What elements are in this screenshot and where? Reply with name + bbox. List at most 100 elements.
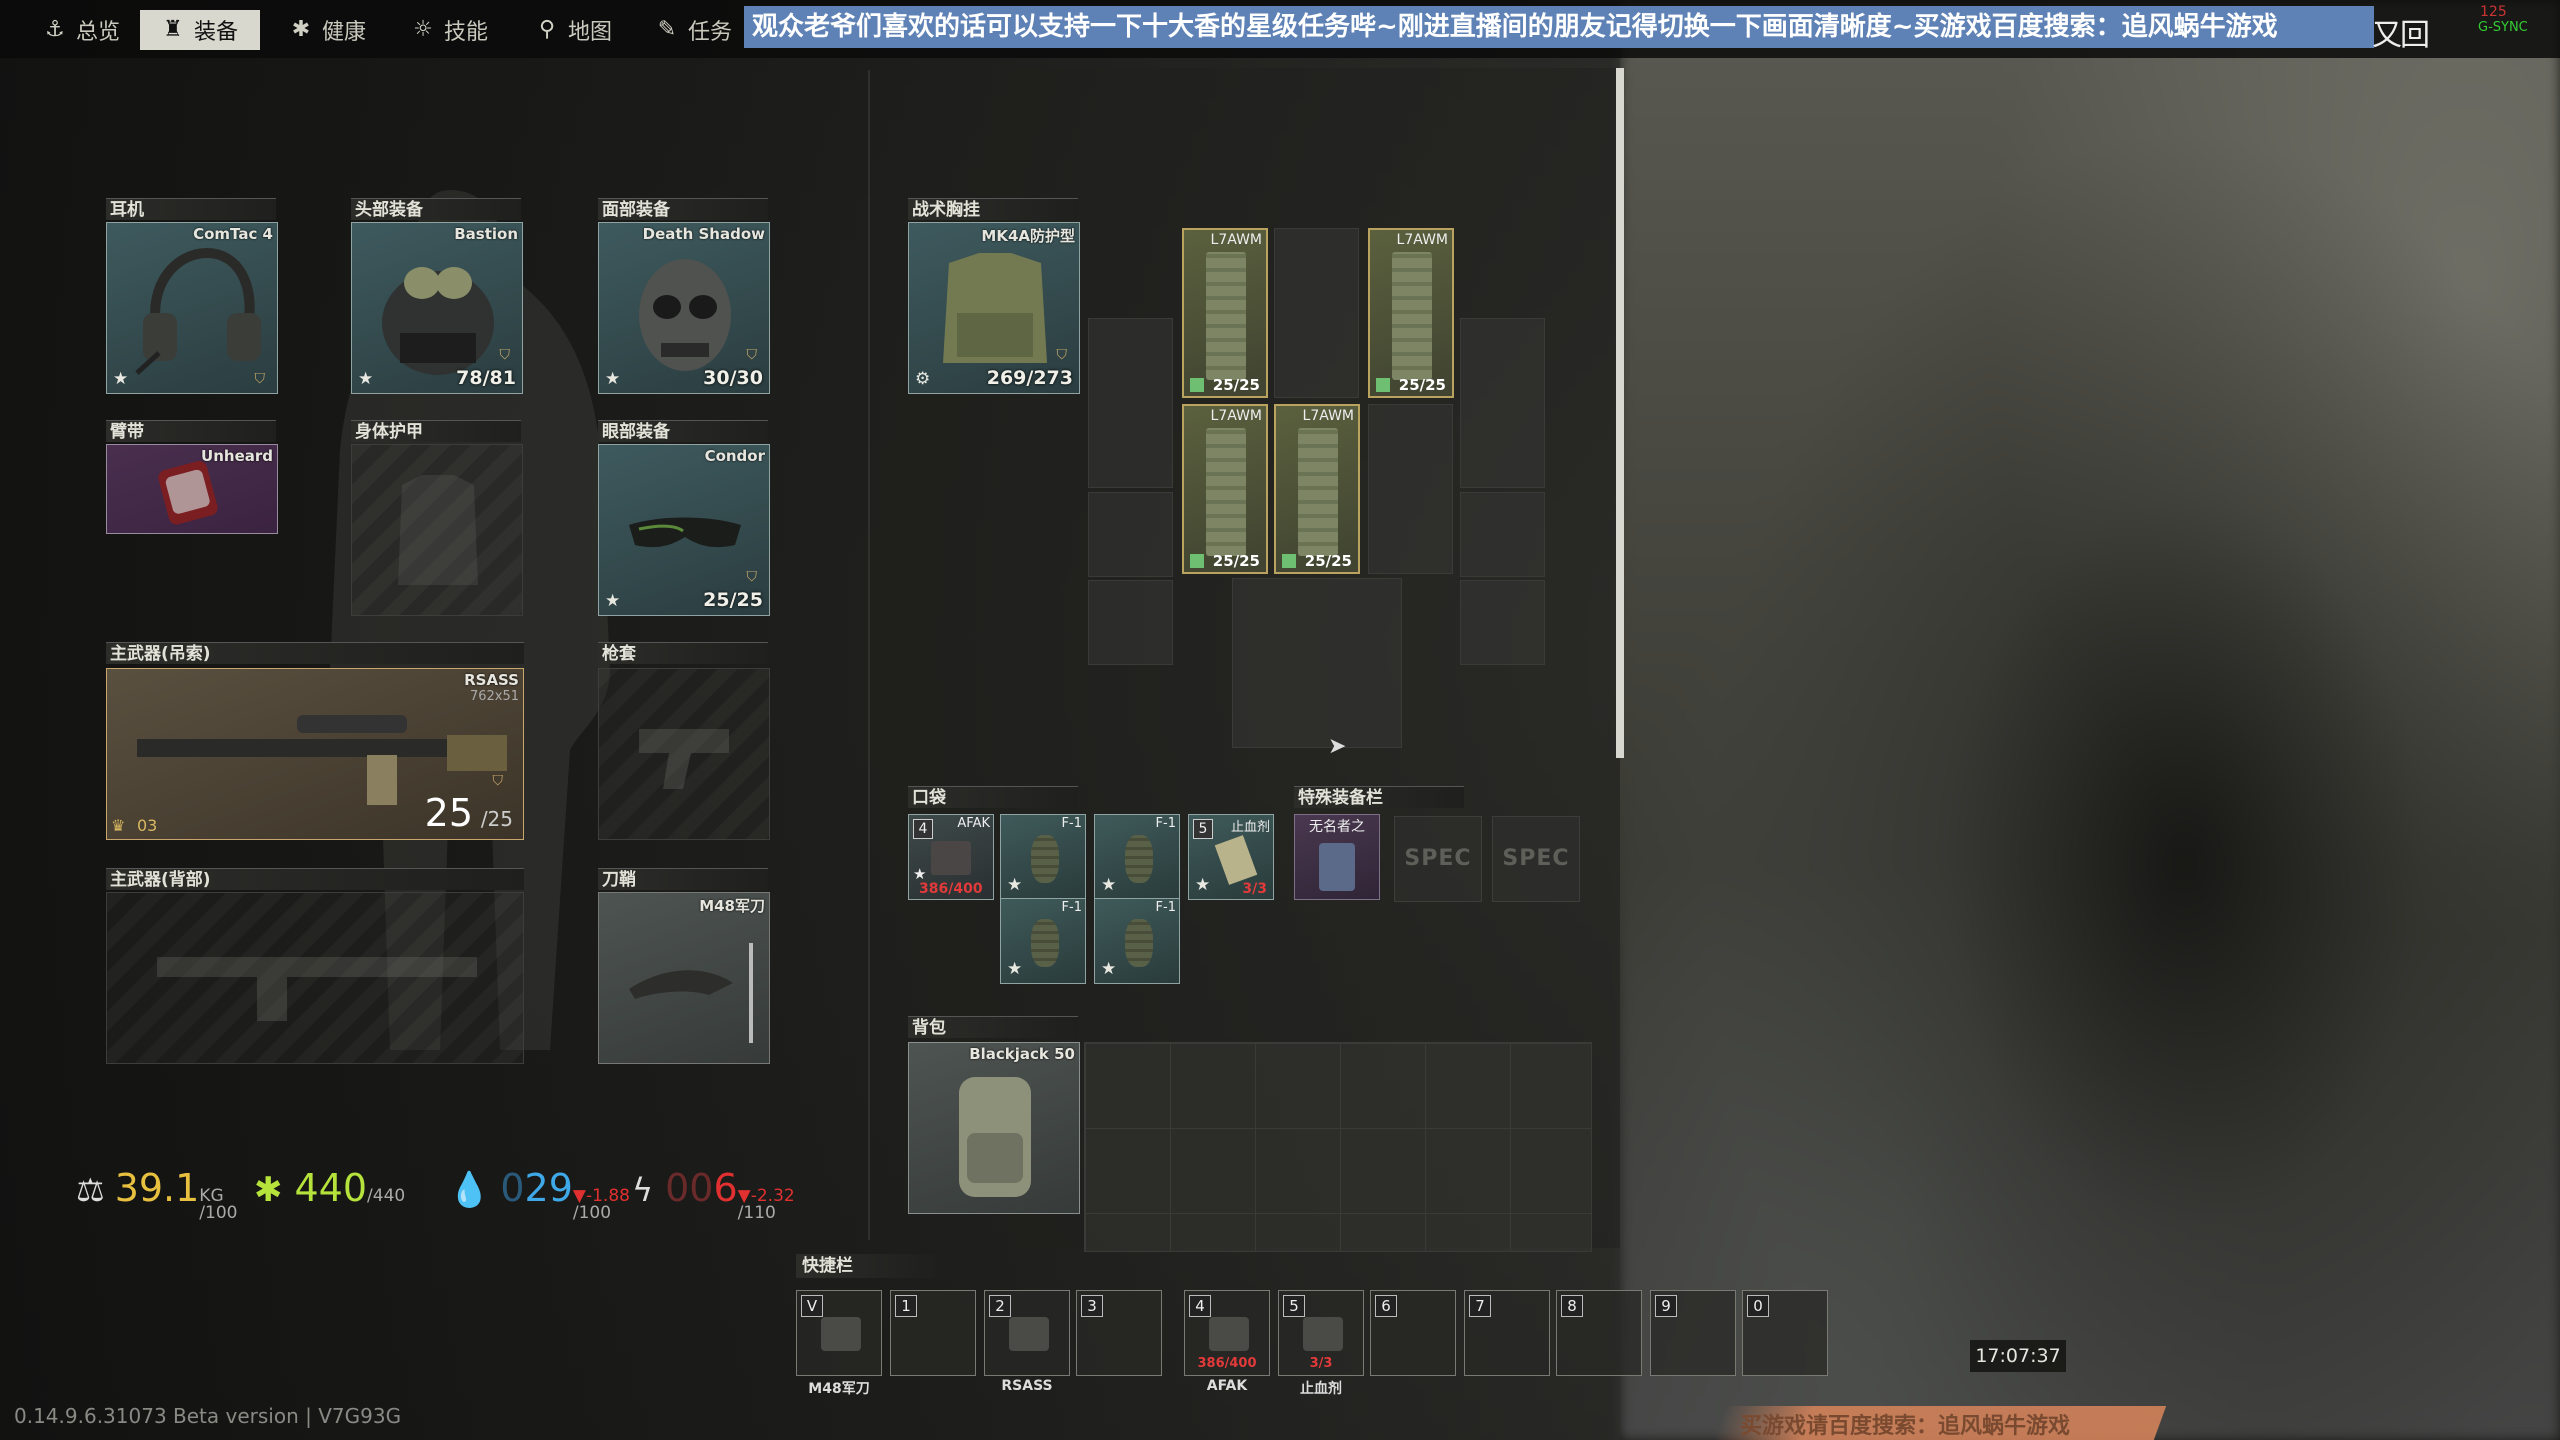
magazine-name: L7AWM — [1210, 408, 1262, 424]
tab-overview[interactable]: ⚓ 总览 — [44, 10, 120, 50]
primary-sling-slot[interactable]: RSASS 762x51 25 /25 ♛ 03 ⛉ — [106, 668, 524, 840]
hotbar-item-icon — [1303, 1317, 1343, 1351]
hotbar-slot-1[interactable]: 1 — [890, 1290, 976, 1376]
holster-slot[interactable] — [598, 668, 770, 840]
star-icon: ★ — [605, 369, 621, 389]
hotbar-slot-2[interactable]: 2 — [984, 1290, 1070, 1376]
tab-tasks[interactable]: ✎ 任务 — [656, 10, 732, 50]
special-slots-label: 特殊装备栏 — [1294, 786, 1464, 808]
energy-stat: ϟ 00 6 ▼-2.32 /110 — [632, 1166, 795, 1222]
spec-slot[interactable]: SPEC — [1394, 816, 1482, 902]
scabbard-slot[interactable]: M48军刀 — [598, 892, 770, 1064]
face-cover-slot[interactable]: Death Shadow ★ ⛉ 30/30 — [598, 222, 770, 394]
hotbar-slot-0[interactable]: 0 — [1742, 1290, 1828, 1376]
hemostat-pocket[interactable]: 5 止血剂 ★ 3/3 — [1188, 814, 1274, 900]
special-slot-item[interactable]: 无名者之 — [1294, 814, 1380, 900]
rig-cell[interactable] — [1088, 318, 1173, 488]
magazine[interactable]: L7AWM 25/25 — [1274, 404, 1360, 574]
backpack-grid[interactable] — [1084, 1042, 1592, 1252]
item-name: F-1 — [1061, 816, 1082, 831]
hotkey-badge: 7 — [1469, 1295, 1491, 1317]
earpiece-slot[interactable]: ComTac 4 ★ ⛉ — [106, 222, 278, 394]
magazine-icon — [1392, 252, 1432, 380]
magazine[interactable]: L7AWM 25/25 — [1182, 228, 1268, 398]
grenade-pocket[interactable]: F-1 ★ — [1000, 898, 1086, 984]
hotkey-badge: 3 — [1081, 1295, 1103, 1317]
hotbar-slot-8[interactable]: 8 — [1556, 1290, 1642, 1376]
rig-cell[interactable] — [1460, 580, 1545, 665]
hotbar-caption: AFAK — [1206, 1378, 1248, 1394]
shield-icon: ⛉ — [492, 773, 504, 789]
top-nav: ⚓ 总览 ♜ 装备 ✱ 健康 ☼ 技能 ⚲ 地图 ✎ 任务 观众老爷们喜欢的话可… — [0, 0, 2560, 58]
face-cover-name: Death Shadow — [642, 225, 765, 243]
hotbar-slot-6[interactable]: 6 — [1370, 1290, 1456, 1376]
settings-icon: ⚙ — [915, 369, 931, 389]
backpack-icon — [959, 1077, 1031, 1197]
headwear-label: 头部装备 — [351, 198, 521, 220]
rig-cell[interactable] — [1368, 404, 1453, 574]
hotbar-slot-5[interactable]: 5 3/3 — [1278, 1290, 1364, 1376]
afak-value: 386/400 — [919, 881, 983, 897]
spec-slot[interactable]: SPEC — [1492, 816, 1580, 902]
rifle-ammo: 25 — [424, 791, 473, 835]
grenade-pocket[interactable]: F-1 ★ — [1094, 898, 1180, 984]
armband-name: Unheard — [201, 447, 273, 465]
water-drop-icon: 💧 — [448, 1170, 491, 1210]
primary-back-slot[interactable] — [106, 892, 524, 1064]
magazine[interactable]: L7AWM 25/25 — [1368, 228, 1454, 398]
rig-cell[interactable] — [1088, 580, 1173, 665]
rig-slot[interactable]: MK4A防护型 ⚙ ⛉ 269/273 — [908, 222, 1080, 394]
hotbar-slot-V[interactable]: V — [796, 1290, 882, 1376]
grenade-pocket[interactable]: F-1 ★ — [1000, 814, 1086, 900]
clock: 17:07:37 — [1970, 1340, 2066, 1372]
window-restore-button[interactable]: 回 — [2400, 10, 2430, 54]
rig-cell[interactable] — [1460, 492, 1545, 577]
hotbar-slot-3[interactable]: 3 — [1076, 1290, 1162, 1376]
tab-map[interactable]: ⚲ 地图 — [536, 10, 612, 50]
afak-pocket[interactable]: 4 AFAK ★ 386/400 — [908, 814, 994, 900]
magazine-count: 25/25 — [1212, 552, 1260, 570]
rig-cell[interactable] — [1088, 492, 1173, 577]
hotbar-slot-4[interactable]: 4 386/400 — [1184, 1290, 1270, 1376]
rig-cell[interactable] — [1232, 578, 1402, 748]
weight-value: 39.1 — [114, 1166, 200, 1210]
hotbar-slot-9[interactable]: 9 — [1650, 1290, 1736, 1376]
body-armor-slot[interactable] — [351, 444, 523, 616]
lightning-icon: ϟ — [632, 1171, 654, 1209]
eyewear-slot[interactable]: Condor ★ ⛉ 25/25 — [598, 444, 770, 616]
hotbar-item-icon — [1209, 1317, 1249, 1351]
tag-icon — [1190, 554, 1204, 568]
marked-item-icon — [1319, 843, 1355, 891]
scrollbar[interactable] — [1616, 68, 1624, 758]
mouse-cursor-icon: ➤ — [1328, 734, 1347, 759]
energy-max: /110 — [737, 1203, 776, 1223]
tab-health[interactable]: ✱ 健康 — [290, 10, 366, 50]
hotbar-label: 快捷栏 — [796, 1254, 936, 1278]
rig-cell[interactable] — [1274, 228, 1359, 398]
rifle-name: RSASS — [464, 671, 519, 689]
hotbar-slot-7[interactable]: 7 — [1464, 1290, 1550, 1376]
back-button[interactable]: 又 — [2372, 10, 2402, 54]
special-item-name: 无名者之 — [1309, 819, 1365, 835]
hotkey-badge: 2 — [989, 1295, 1011, 1317]
ad-footer-text: 买游戏请百度搜索：追风蜗牛游戏 — [1740, 1414, 2071, 1439]
hydration-max: /100 — [572, 1203, 612, 1223]
star-icon: ★ — [1101, 959, 1117, 979]
grenade-icon — [1125, 835, 1153, 883]
rank-icon: ♛ — [111, 816, 126, 835]
rig-name: MK4A防护型 — [981, 227, 1075, 245]
tab-skills[interactable]: ☼ 技能 — [412, 10, 488, 50]
grenade-pocket[interactable]: F-1 ★ — [1094, 814, 1180, 900]
shield-icon: ⛉ — [1056, 347, 1068, 363]
background-scene — [1620, 0, 2560, 1440]
hotkey-badge: 5 — [1193, 819, 1213, 839]
tab-gear[interactable]: ♜ 装备 — [140, 10, 261, 50]
hotkey-badge: 6 — [1375, 1295, 1397, 1317]
armband-slot[interactable]: Unheard — [106, 444, 278, 534]
rig-cell[interactable] — [1460, 318, 1545, 488]
scabbard-name: M48军刀 — [699, 897, 765, 915]
backpack-slot[interactable]: Blackjack 50 — [908, 1042, 1080, 1214]
hydration-value: 29 — [524, 1166, 573, 1210]
headwear-slot[interactable]: Bastion ★ ⛉ 78/81 — [351, 222, 523, 394]
magazine[interactable]: L7AWM 25/25 — [1182, 404, 1268, 574]
